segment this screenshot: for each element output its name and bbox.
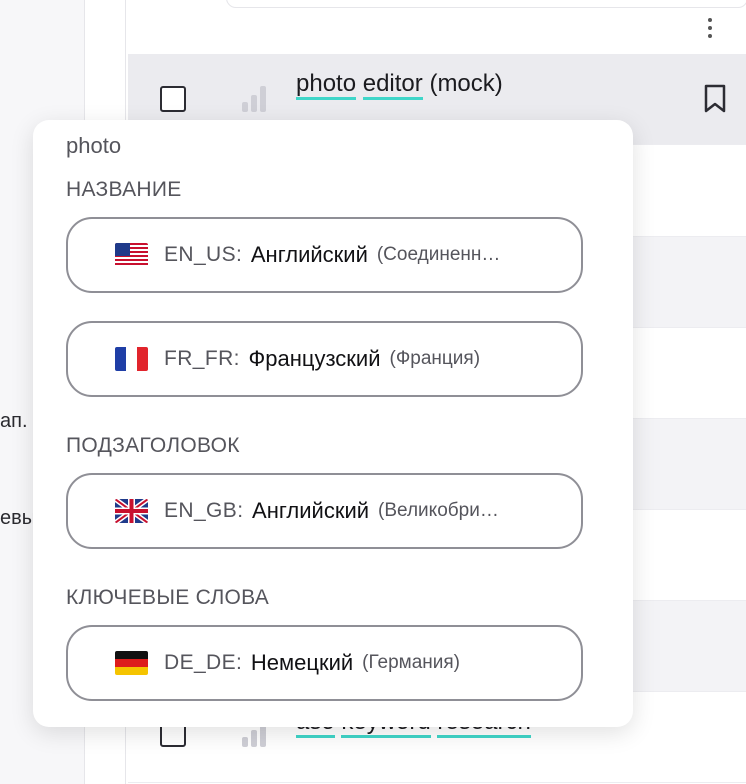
keyword-text[interactable]: photo editor (mock) — [296, 70, 503, 100]
locale-button-en-gb[interactable]: EN_GB: Английский (Великобри… — [66, 473, 583, 549]
locale-country: (Франция) — [389, 348, 481, 369]
popover-query: photo — [66, 133, 122, 158]
locale-button-fr-fr[interactable]: FR_FR: Французский (Франция) — [66, 321, 583, 397]
locale-language: Английский — [250, 242, 368, 267]
de-flag-icon — [115, 651, 148, 675]
section-title-subtitle: ПОДЗАГОЛОВОК — [66, 434, 240, 457]
keyword-word: editor — [362, 70, 423, 100]
locale-language: Французский — [248, 346, 381, 371]
signal-bars-icon — [242, 86, 268, 112]
locale-code: DE_DE — [164, 651, 237, 674]
keyword-suffix: (mock) — [422, 70, 503, 97]
locale-language: Немецкий — [250, 650, 354, 675]
sidebar-item-fragment[interactable]: ап. — [0, 410, 28, 433]
locale-button-de-de[interactable]: DE_DE: Немецкий (Германия) — [66, 625, 583, 701]
locale-code: FR_FR — [164, 347, 234, 370]
us-flag-icon — [115, 243, 148, 267]
locale-code: EN_US — [164, 243, 237, 266]
section-title-keywords: КЛЮЧЕВЫЕ СЛОВА — [66, 586, 270, 609]
locale-country: (Великобри… — [378, 500, 499, 521]
section-title-name: НАЗВАНИЕ — [66, 178, 182, 201]
locale-code: EN_GB — [164, 499, 238, 522]
locale-country: (Германия) — [362, 652, 461, 673]
keyword-word: photo — [296, 70, 357, 100]
bookmark-icon[interactable] — [702, 84, 728, 114]
locale-language: Английский — [252, 498, 370, 523]
search-input[interactable] — [226, 0, 746, 8]
row-checkbox[interactable] — [160, 86, 186, 112]
more-options-icon[interactable] — [700, 14, 720, 48]
fr-flag-icon — [115, 347, 148, 371]
locale-country: (Соединенн… — [376, 244, 501, 265]
locale-button-en-us[interactable]: EN_US: Английский (Соединенн… — [66, 217, 583, 293]
gb-flag-icon — [115, 499, 148, 523]
keyword-locales-popover: photo НАЗВАНИЕ EN_US: Английский (Соедин… — [33, 120, 633, 727]
